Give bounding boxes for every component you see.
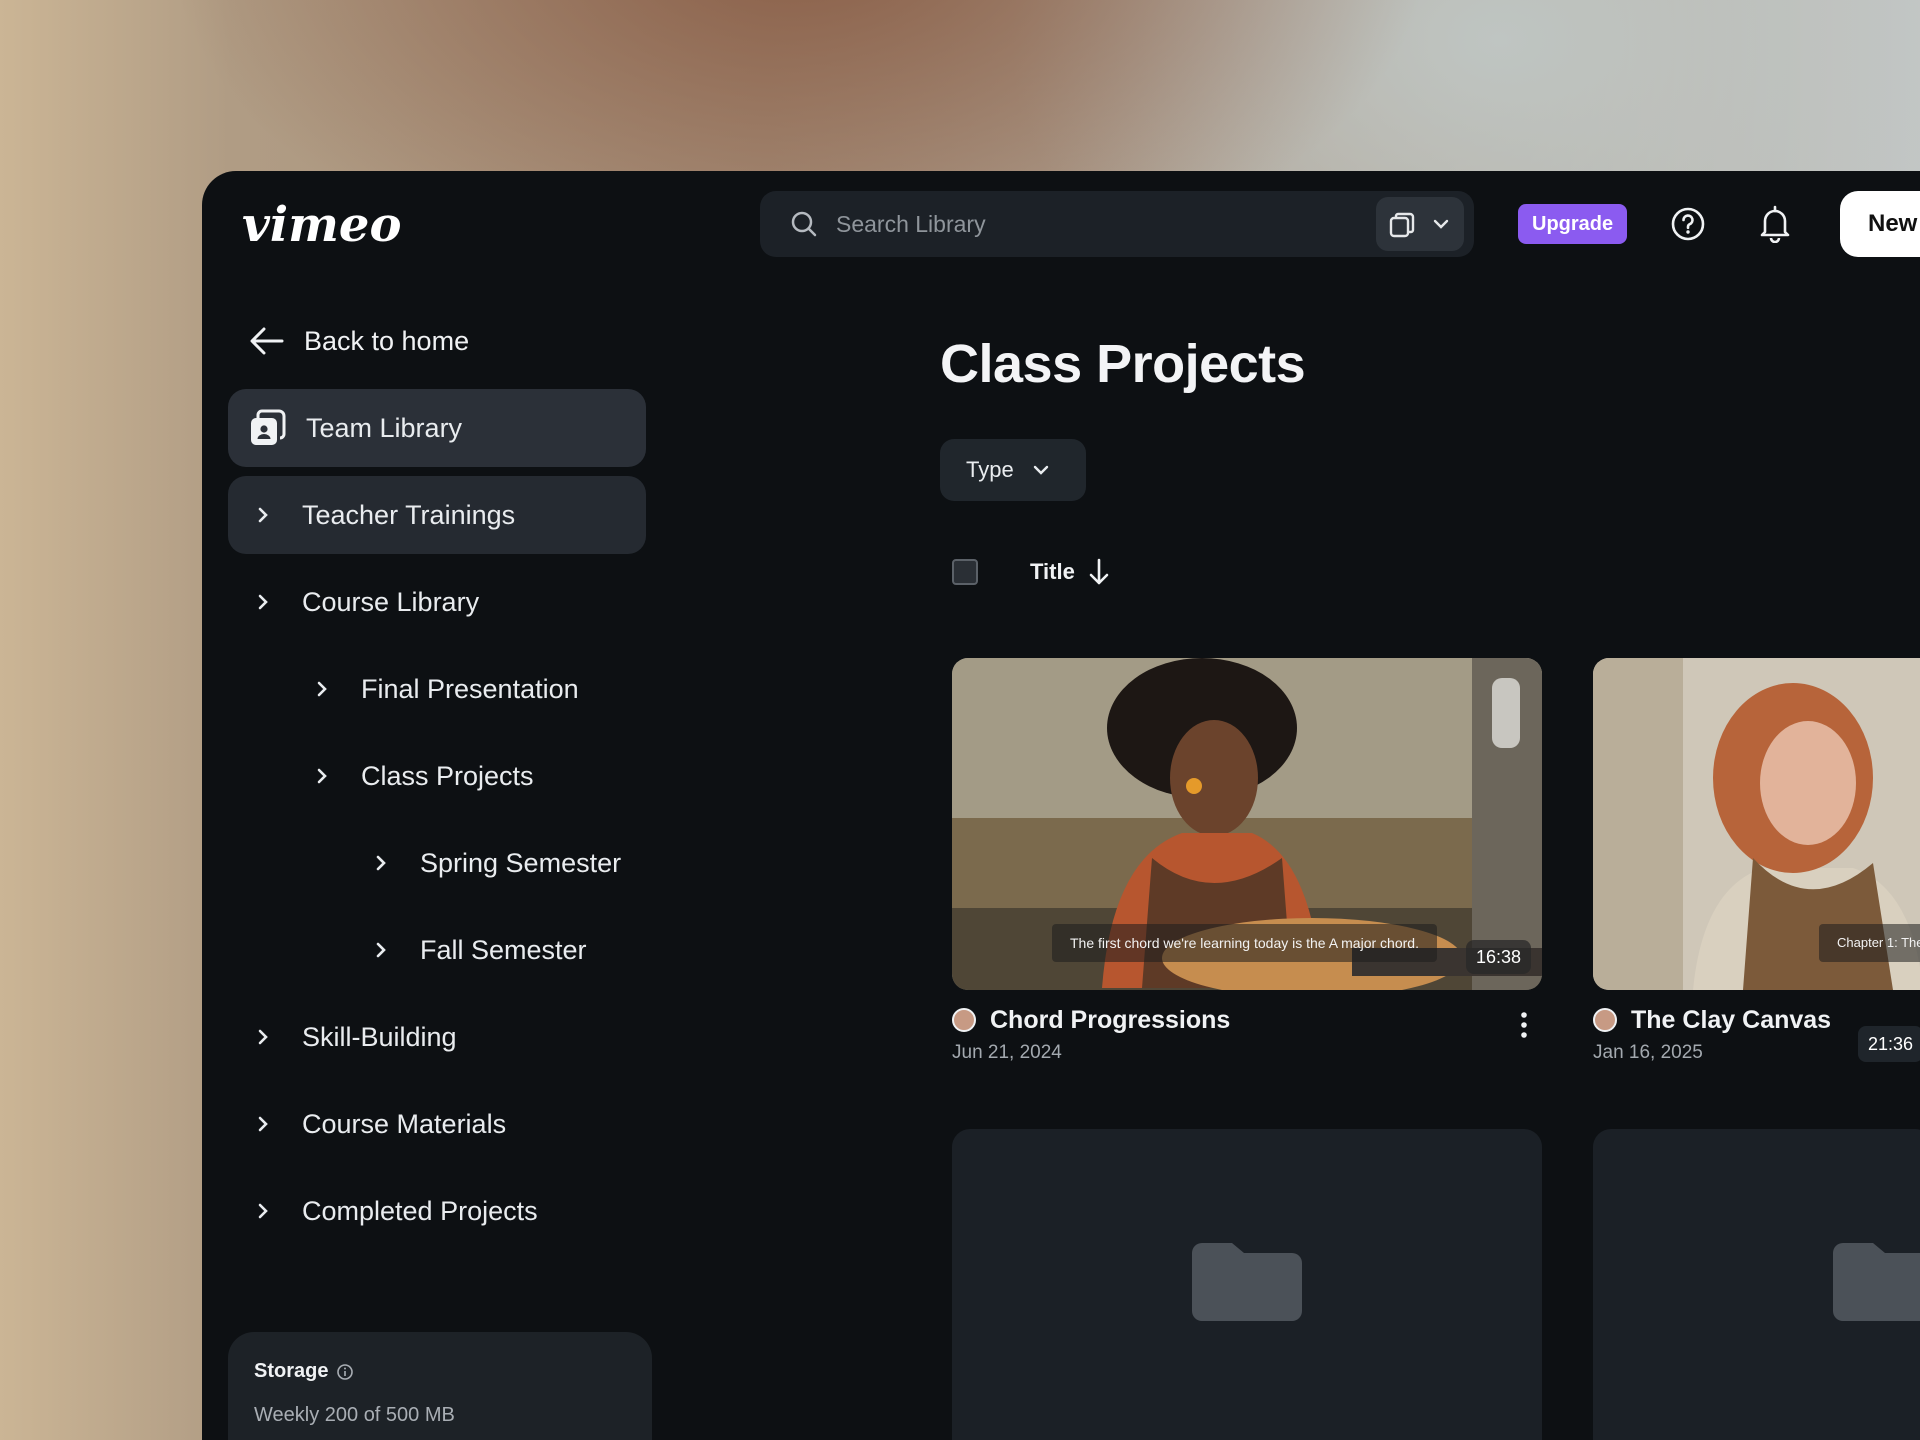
video-caption: Chapter 1: The — [1819, 924, 1920, 962]
sidebar-item-label: Teacher Trainings — [302, 499, 516, 530]
sidebar-item-completed-projects[interactable]: Completed Projects — [228, 1172, 646, 1250]
vimeo-logo[interactable]: vimeo — [242, 195, 412, 255]
chevron-right-icon[interactable] — [252, 591, 274, 613]
bell-icon[interactable] — [1758, 205, 1792, 248]
sort-by-title[interactable]: Title — [1030, 557, 1111, 587]
video-duration: 21:36 — [1858, 1026, 1920, 1062]
library-icon — [1388, 211, 1418, 244]
sort-label: Title — [1030, 559, 1075, 584]
sidebar-item-label: Course Materials — [302, 1108, 507, 1139]
video-thumbnail[interactable]: The first chord we're learning today is … — [952, 658, 1542, 990]
chevron-right-icon[interactable] — [252, 1026, 274, 1048]
chevron-right-icon[interactable] — [252, 504, 274, 526]
storage-usage: Weekly 200 of 500 MB — [254, 1404, 455, 1426]
sidebar-item-team-library[interactable]: Team Library — [228, 389, 646, 467]
arrow-down-icon — [1089, 558, 1109, 585]
sidebar-item-label: Course Library — [302, 586, 480, 617]
info-icon[interactable] — [336, 1363, 354, 1381]
back-to-home-link[interactable]: Back to home — [248, 321, 469, 361]
sidebar-item-class-projects[interactable]: Class Projects — [228, 737, 646, 815]
upgrade-button[interactable]: Upgrade — [1518, 204, 1628, 244]
chevron-right-icon[interactable] — [311, 678, 333, 700]
chevron-down-icon — [1432, 217, 1450, 236]
sidebar-item-spring-semester[interactable]: Spring Semester — [228, 824, 668, 902]
folder-card[interactable] — [952, 1129, 1542, 1440]
search-input[interactable]: Search Library — [836, 211, 986, 238]
select-all-checkbox[interactable] — [952, 559, 978, 585]
video-date: Jun 21, 2024 — [952, 1042, 1062, 1063]
sidebar-item-label: Team Library — [306, 412, 463, 443]
type-filter-label: Type — [966, 457, 1014, 482]
back-to-home-label: Back to home — [304, 325, 470, 356]
video-title[interactable]: Chord Progressions — [990, 1006, 1230, 1035]
video-duration: 16:38 — [1466, 940, 1532, 974]
chevron-right-icon[interactable] — [370, 852, 392, 874]
video-caption: The first chord we're learning today is … — [1052, 924, 1437, 962]
chevron-right-icon[interactable] — [252, 1200, 274, 1222]
sidebar-item-label: Final Presentation — [361, 673, 579, 704]
svg-text:vimeo: vimeo — [242, 197, 401, 253]
team-library-icon — [248, 408, 288, 448]
sidebar-item-label: Class Projects — [361, 760, 534, 791]
chevron-down-icon — [1033, 465, 1048, 475]
video-title[interactable]: The Clay Canvas — [1631, 1006, 1831, 1035]
avatar — [952, 1008, 976, 1032]
arrow-left-icon — [250, 327, 284, 355]
folder-icon — [1829, 1239, 1920, 1330]
more-options-icon[interactable] — [1518, 1010, 1530, 1045]
video-card[interactable]: The first chord we're learning today is … — [952, 658, 1542, 1078]
sidebar-item-label: Skill-Building — [302, 1021, 457, 1052]
folder-card[interactable] — [1593, 1129, 1920, 1440]
chevron-right-icon[interactable] — [370, 939, 392, 961]
storage-title: Storage — [254, 1360, 354, 1383]
sidebar-item-skill-building[interactable]: Skill-Building — [228, 998, 646, 1076]
search-bar[interactable]: Search Library — [760, 191, 1474, 257]
sidebar-item-course-library[interactable]: Course Library — [228, 563, 646, 641]
sidebar-item-label: Spring Semester — [420, 847, 622, 878]
video-thumbnail[interactable]: Chapter 1: The — [1593, 658, 1920, 990]
search-icon — [790, 210, 818, 243]
page-title: Class Projects — [940, 334, 1306, 394]
video-date: Jan 16, 2025 — [1593, 1042, 1703, 1063]
type-filter-button[interactable]: Type — [940, 439, 1086, 501]
avatar — [1593, 1008, 1617, 1032]
video-card[interactable]: Chapter 1: The The Clay Canvas Jan 16, 2… — [1593, 658, 1920, 1078]
chevron-right-icon[interactable] — [252, 1113, 274, 1135]
sidebar-item-label: Fall Semester — [420, 934, 587, 965]
storage-panel: Storage Weekly 200 of 500 MB — [228, 1332, 652, 1440]
sidebar-item-fall-semester[interactable]: Fall Semester — [228, 911, 646, 989]
search-scope-button[interactable] — [1376, 197, 1464, 251]
folder-icon — [1188, 1239, 1306, 1330]
new-button[interactable]: New — [1840, 191, 1920, 257]
help-icon[interactable] — [1670, 206, 1706, 247]
sidebar-item-label: Completed Projects — [302, 1195, 538, 1226]
sidebar-item-teacher-trainings[interactable]: Teacher Trainings — [228, 476, 646, 554]
sidebar-item-final-presentation[interactable]: Final Presentation — [228, 650, 646, 728]
app-window: vimeo Search Library Upgrade New Back to… — [202, 171, 1920, 1440]
chevron-right-icon[interactable] — [311, 765, 333, 787]
sidebar-item-course-materials[interactable]: Course Materials — [228, 1085, 646, 1163]
storage-title-text: Storage — [254, 1360, 329, 1382]
